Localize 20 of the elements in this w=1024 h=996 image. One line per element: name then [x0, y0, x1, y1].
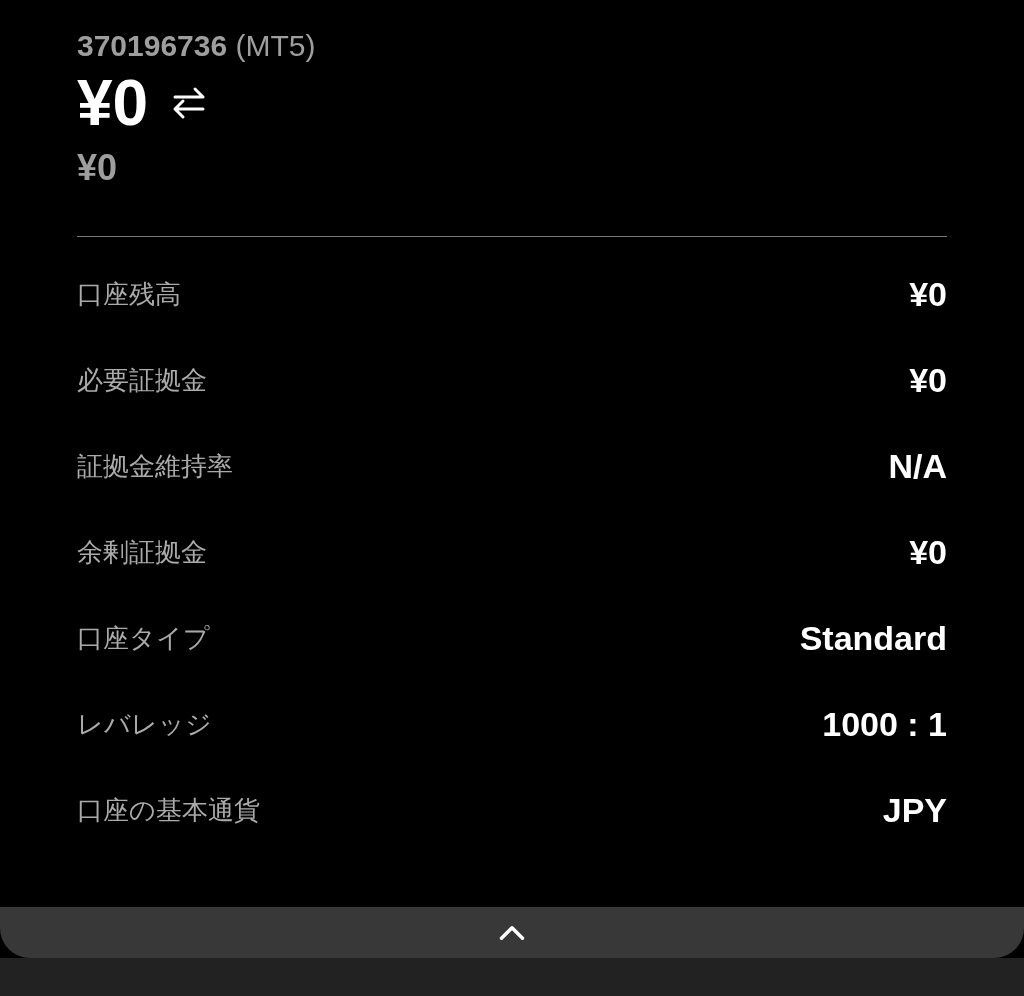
detail-label: 口座残高 — [77, 277, 181, 311]
detail-label: 口座タイプ — [77, 621, 210, 655]
detail-value: ¥0 — [909, 359, 947, 401]
detail-value: Standard — [799, 617, 947, 659]
detail-label: 必要証拠金 — [77, 363, 207, 397]
equity-amount: ¥0 — [77, 66, 149, 140]
expand-handle[interactable] — [0, 907, 1024, 958]
swap-icon[interactable] — [172, 86, 207, 120]
detail-value: N/A — [888, 445, 947, 487]
detail-value: ¥0 — [909, 273, 947, 315]
account-number: 370196736 — [77, 29, 228, 62]
detail-label: レバレッジ — [77, 707, 212, 741]
converted-amount: ¥0 — [77, 146, 119, 190]
detail-value: 1000 : 1 — [822, 703, 947, 745]
detail-value: JPY — [882, 789, 947, 831]
detail-value: ¥0 — [909, 531, 947, 573]
platform-label: (MT5) — [235, 29, 316, 62]
detail-label: 証拠金維持率 — [77, 449, 233, 483]
detail-label: 余剰証拠金 — [77, 535, 207, 569]
detail-label: 口座の基本通貨 — [77, 793, 260, 827]
